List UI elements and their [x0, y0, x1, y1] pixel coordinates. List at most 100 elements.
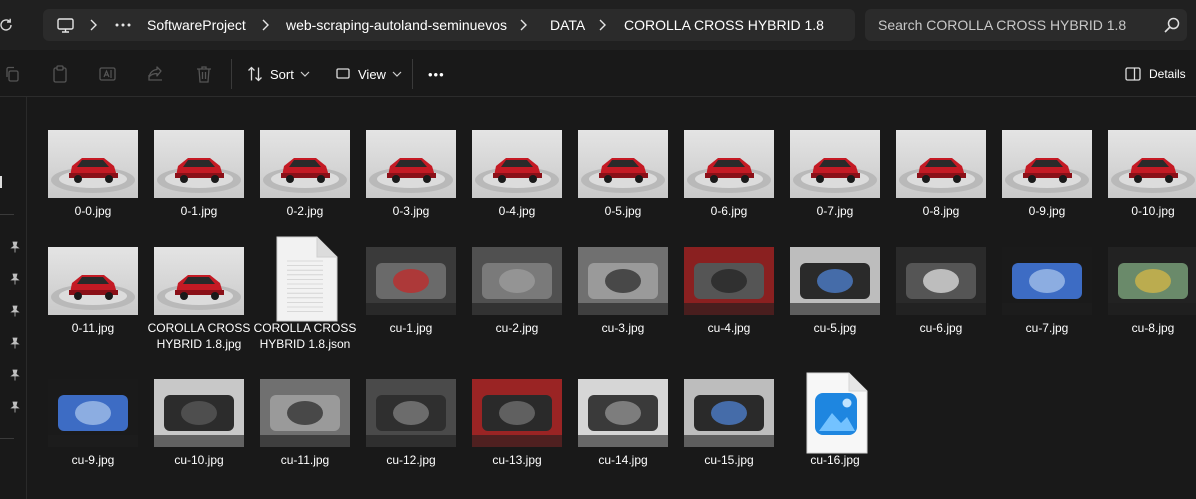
details-pane-icon [1125, 67, 1141, 81]
chevron-right-icon[interactable] [513, 9, 533, 41]
file-item[interactable]: 0-0.jpg [43, 130, 143, 230]
file-thumbnail [684, 130, 774, 198]
file-item[interactable]: cu-15.jpg [679, 379, 779, 479]
address-bar: SoftwareProject web-scraping-autoland-se… [0, 0, 1196, 50]
file-name: 0-6.jpg [710, 204, 748, 218]
search-box[interactable]: Search COROLLA CROSS HYBRID 1.8 [865, 9, 1187, 41]
file-item[interactable]: 0-7.jpg [785, 130, 885, 230]
file-thumbnail [472, 247, 562, 315]
view-button[interactable]: View [336, 62, 402, 86]
file-item[interactable]: cu-1.jpg [361, 247, 461, 347]
breadcrumb-item-softwareproject[interactable]: SoftwareProject [147, 9, 246, 41]
trash-icon [197, 66, 211, 83]
file-item[interactable]: cu-9.jpg [43, 379, 143, 479]
pin-icon[interactable] [10, 241, 20, 253]
file-thumbnail [48, 130, 138, 198]
file-item[interactable]: 0-11.jpg [43, 247, 143, 347]
see-more-button[interactable]: ••• [428, 62, 445, 86]
more-icon: ••• [428, 66, 445, 82]
file-thumbnail [1002, 130, 1092, 198]
file-name: cu-9.jpg [71, 453, 115, 467]
file-item[interactable]: cu-5.jpg [785, 247, 885, 347]
rename-button[interactable] [99, 62, 117, 86]
chevron-down-icon [392, 71, 402, 77]
file-item[interactable]: cu-10.jpg [149, 379, 249, 479]
share-button[interactable] [147, 62, 165, 86]
file-thumbnail [260, 379, 350, 447]
details-pane-button[interactable]: Details [1125, 62, 1186, 86]
search-icon[interactable] [1163, 16, 1181, 34]
file-item[interactable]: 0-8.jpg [891, 130, 991, 230]
breadcrumb-item-current-folder[interactable]: COROLLA CROSS HYBRID 1.8 [624, 9, 824, 41]
pin-icon[interactable] [10, 337, 20, 349]
file-item[interactable]: 0-4.jpg [467, 130, 567, 230]
file-item[interactable]: cu-7.jpg [997, 247, 1097, 347]
file-item[interactable]: cu-3.jpg [573, 247, 673, 347]
paste-button[interactable] [52, 62, 68, 86]
file-item[interactable]: 0-3.jpg [361, 130, 461, 230]
file-thumbnail [154, 379, 244, 447]
file-item[interactable]: cu-13.jpg [467, 379, 567, 479]
file-item[interactable]: 0-1.jpg [149, 130, 249, 230]
command-bar: Sort View ••• Details [0, 50, 1196, 97]
file-thumbnail [578, 379, 668, 447]
copy-button[interactable] [4, 62, 20, 86]
computer-icon[interactable] [53, 9, 77, 41]
file-item[interactable]: cu-6.jpg [891, 247, 991, 347]
file-item[interactable]: 0-9.jpg [997, 130, 1097, 230]
refresh-button[interactable] [0, 9, 22, 41]
file-thumbnail [896, 130, 986, 198]
file-item[interactable]: COROLLA CROSS HYBRID 1.8.jpg [148, 247, 250, 351]
chevron-right-icon[interactable] [592, 9, 612, 41]
pin-icon[interactable] [10, 305, 20, 317]
file-name: cu-12.jpg [386, 453, 436, 467]
breadcrumb-item-project-folder[interactable]: web-scraping-autoland-seminuevos [286, 9, 507, 41]
file-name: cu-3.jpg [601, 321, 645, 335]
document-icon [260, 236, 350, 322]
breadcrumb[interactable]: SoftwareProject web-scraping-autoland-se… [43, 9, 855, 41]
breadcrumb-item-data[interactable]: DATA [550, 9, 585, 41]
copy-icon [6, 66, 19, 82]
file-thumbnail [366, 247, 456, 315]
chevron-right-icon[interactable] [255, 9, 275, 41]
file-item[interactable]: cu-14.jpg [573, 379, 673, 479]
file-item[interactable]: cu-8.jpg [1103, 247, 1196, 347]
file-item[interactable]: 0-10.jpg [1103, 130, 1196, 230]
file-name: cu-5.jpg [813, 321, 857, 335]
file-thumbnail [472, 379, 562, 447]
delete-button[interactable] [196, 62, 212, 86]
pin-icon[interactable] [10, 401, 20, 413]
file-item[interactable]: 0-2.jpg [255, 130, 355, 230]
view-label: View [358, 66, 386, 82]
file-item[interactable]: cu-12.jpg [361, 379, 461, 479]
file-item[interactable]: 0-5.jpg [573, 130, 673, 230]
file-name: cu-4.jpg [707, 321, 751, 335]
file-thumbnail [578, 130, 668, 198]
sort-icon [248, 66, 262, 82]
file-thumbnail [1108, 247, 1196, 315]
file-name: 0-2.jpg [286, 204, 324, 218]
file-thumbnail [684, 379, 774, 447]
file-name: 0-1.jpg [180, 204, 218, 218]
file-thumbnail [578, 247, 668, 315]
file-item[interactable]: 0-6.jpg [679, 130, 779, 230]
file-name: cu-14.jpg [598, 453, 648, 467]
refresh-icon [0, 18, 12, 31]
file-item[interactable]: cu-4.jpg [679, 247, 779, 347]
more-crumbs-icon[interactable] [111, 9, 135, 41]
file-name: cu-2.jpg [495, 321, 539, 335]
sort-button[interactable]: Sort [247, 62, 310, 86]
file-name: cu-1.jpg [389, 321, 433, 335]
file-item[interactable]: cu-11.jpg [255, 379, 355, 479]
file-name: 0-7.jpg [816, 204, 854, 218]
file-item[interactable]: cu-16.jpg [785, 372, 885, 479]
file-item[interactable]: COROLLA CROSS HYBRID 1.8.json [254, 236, 356, 351]
file-thumbnail [790, 130, 880, 198]
pin-icon[interactable] [10, 369, 20, 381]
chevron-right-icon[interactable] [83, 9, 103, 41]
file-item[interactable]: cu-2.jpg [467, 247, 567, 347]
file-thumbnail [472, 130, 562, 198]
file-thumbnail [154, 130, 244, 198]
search-input[interactable]: Search COROLLA CROSS HYBRID 1.8 [878, 9, 1126, 41]
pin-icon[interactable] [10, 273, 20, 285]
